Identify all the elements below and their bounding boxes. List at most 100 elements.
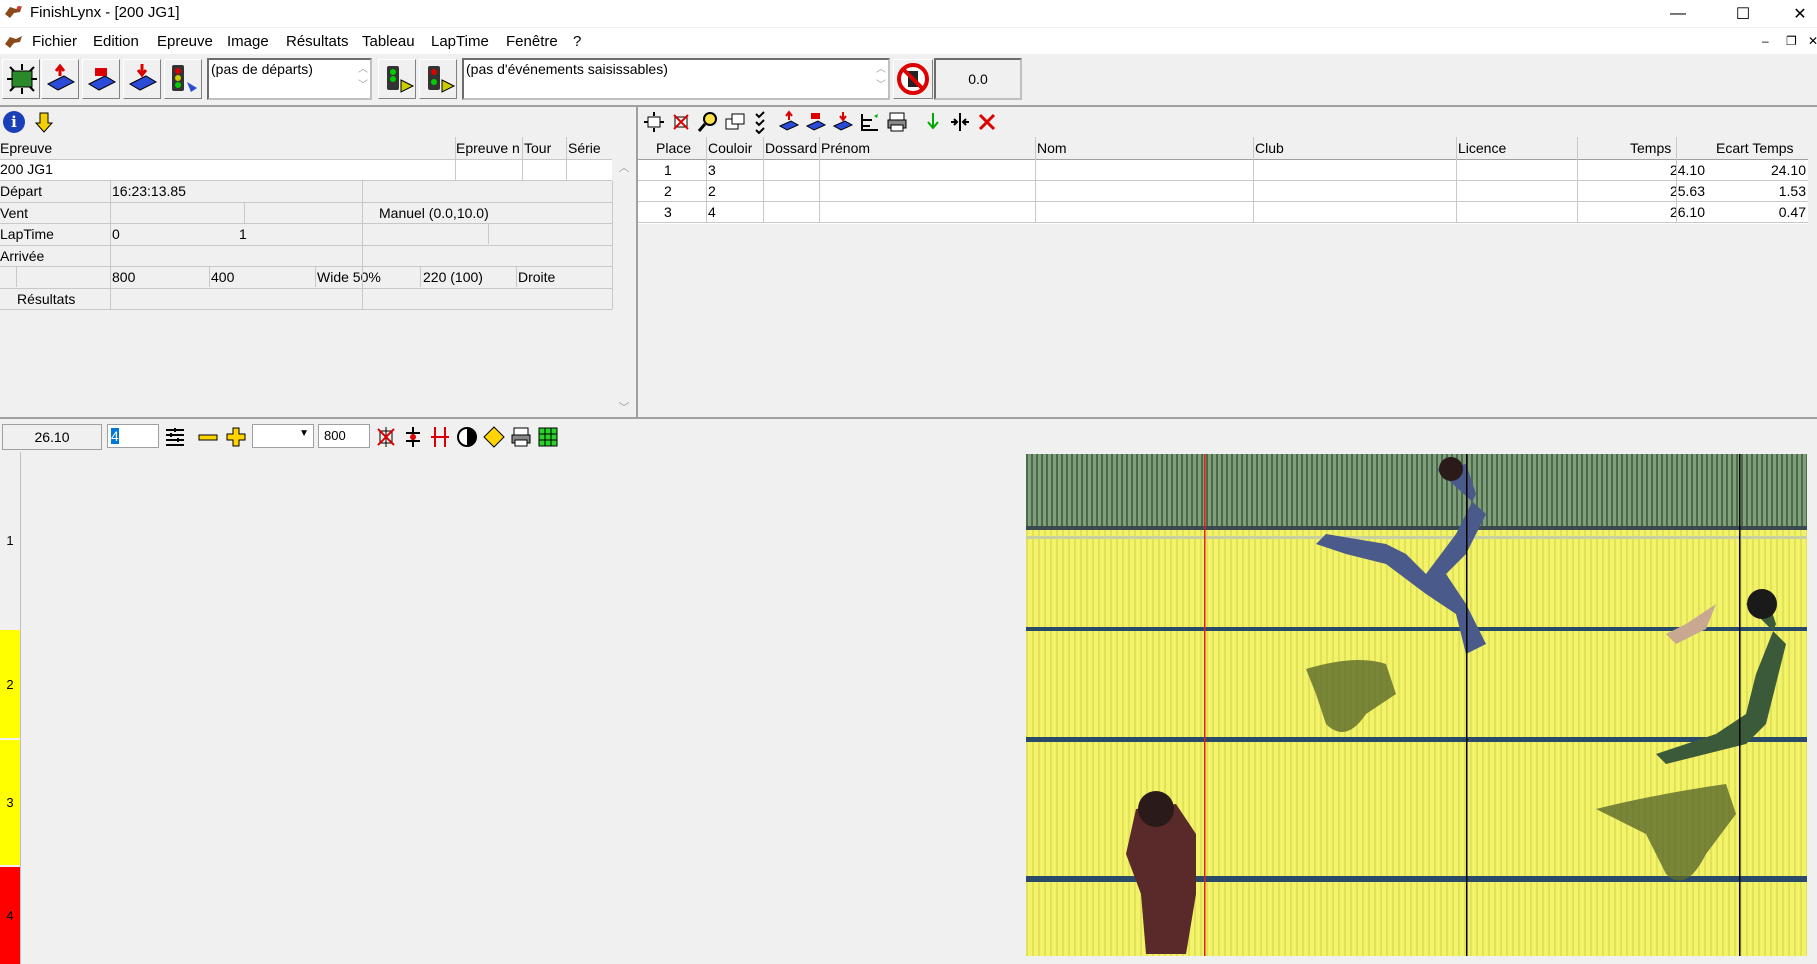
save-event-button[interactable] (82, 59, 120, 99)
camera-value-3[interactable]: Wide 50% (317, 269, 381, 285)
capture-small-icon[interactable] (642, 110, 666, 134)
event-save-icon[interactable] (804, 110, 828, 134)
events-select[interactable]: (pas d'événements saisissables) ︿ ﹀ (462, 58, 890, 100)
col-dossard[interactable]: Dossard (765, 140, 817, 156)
scroll-up-icon[interactable]: ︿ (614, 159, 634, 175)
header-serie: Série (568, 140, 601, 156)
col-couloir[interactable]: Couloir (708, 140, 752, 156)
contrast-icon[interactable] (455, 425, 479, 449)
col-club[interactable]: Club (1255, 140, 1284, 156)
col-place[interactable]: Place (656, 140, 691, 156)
delete-mark-icon[interactable] (374, 425, 398, 449)
depart-value[interactable]: 16:23:13.85 (112, 183, 186, 199)
menu-tableau[interactable]: Tableau (362, 33, 415, 50)
sensor-red-button[interactable] (419, 59, 457, 99)
windows-icon[interactable] (723, 110, 747, 134)
row-ecart: 0.47 (1778, 204, 1806, 220)
checklist-icon[interactable] (750, 110, 774, 134)
lane-1-marker[interactable]: 1 (0, 452, 20, 628)
camera-value-1[interactable]: 800 (112, 269, 135, 285)
col-nom[interactable]: Nom (1037, 140, 1067, 156)
menu-fenetre[interactable]: Fenêtre (506, 33, 558, 50)
info-button[interactable]: i (2, 110, 26, 136)
col-ecart-temps[interactable]: Ecart Temps (1716, 140, 1794, 156)
row-couloir: 3 (708, 162, 716, 178)
camera-value-2[interactable]: 400 (211, 269, 234, 285)
row-ecart: 24.10 (1770, 162, 1806, 178)
lane-input[interactable]: 4 (107, 424, 159, 448)
photo-finish-image[interactable] (1026, 454, 1807, 956)
zoom-icon[interactable] (696, 110, 720, 134)
zoom-select[interactable]: ▼ (252, 424, 314, 448)
mdi-minimize-button[interactable]: – (1762, 34, 1769, 48)
menu-edition[interactable]: Edition (93, 33, 139, 50)
hairline-icon[interactable] (401, 425, 425, 449)
close-window-button[interactable]: ✕ (1772, 0, 1817, 27)
departs-select[interactable]: (pas de départs) ︿ ﹀ (207, 58, 372, 100)
scroll-down-icon[interactable]: ﹀ (614, 399, 634, 415)
row-place: 2 (664, 183, 672, 199)
col-licence[interactable]: Licence (1458, 140, 1506, 156)
mdi-close-button[interactable]: ✕ (1808, 34, 1817, 48)
minimize-button[interactable]: — (1650, 0, 1706, 27)
zoom-out-button[interactable] (196, 425, 220, 452)
start-sensor-button[interactable] (164, 59, 202, 99)
insert-arrow-icon[interactable] (921, 110, 945, 134)
capture-button[interactable] (2, 59, 40, 99)
col-prenom[interactable]: Prénom (821, 140, 870, 156)
camera-value-4[interactable]: 220 (100) (423, 269, 483, 285)
open-event-button[interactable] (41, 59, 79, 99)
menu-help[interactable]: ? (573, 33, 581, 50)
depart-label: Départ (0, 183, 43, 199)
load-event-button[interactable] (123, 59, 161, 99)
menu-fichier[interactable]: Fichier (32, 33, 77, 50)
events-spin-arrows[interactable]: ︿ ﹀ (876, 62, 886, 94)
event-panel-scrollbar[interactable]: ︿ ﹀ (614, 157, 634, 417)
zoom-in-button[interactable] (224, 425, 248, 452)
event-name-row[interactable]: 200 JG1 (0, 160, 612, 180)
tree-icon[interactable] (858, 110, 882, 134)
remove-icon[interactable] (975, 110, 999, 134)
menu-laptime[interactable]: LapTime (431, 33, 489, 50)
menu-epreuve[interactable]: Epreuve (157, 33, 213, 50)
document-icon[interactable] (4, 34, 24, 53)
laptime-value-1[interactable]: 0 (112, 226, 120, 242)
event-name[interactable]: 200 JG1 (0, 161, 53, 177)
print-icon[interactable] (885, 110, 909, 134)
zoom-field[interactable]: 800 (318, 424, 370, 448)
event-down-icon[interactable] (831, 110, 855, 134)
sensor-green-button[interactable] (378, 59, 416, 99)
image-scrollbar[interactable] (1809, 452, 1817, 964)
departs-spin-arrows[interactable]: ︿ ﹀ (358, 62, 368, 94)
image-toolbar: 26.10 4 ▼ 800 (0, 422, 1817, 452)
laptime-value-2[interactable]: 1 (239, 226, 247, 242)
event-up-icon[interactable] (777, 110, 801, 134)
delete-capture-icon[interactable] (669, 110, 693, 134)
image-time-display: 26.10 (2, 424, 102, 450)
vent-value[interactable]: Manuel (0.0,10.0) (379, 205, 489, 221)
brightness-icon[interactable] (482, 425, 506, 449)
lane-2-marker[interactable]: 2 (0, 630, 20, 738)
menu-resultats[interactable]: Résultats (286, 33, 349, 50)
panel-divider[interactable] (0, 417, 1817, 419)
grid-icon[interactable] (536, 425, 560, 449)
lane-4-marker[interactable]: 4 (0, 867, 20, 964)
table-row[interactable]: 2 2 25.63 1.53 (638, 181, 1808, 201)
image-area[interactable]: 1 2 3 4 (0, 452, 1817, 964)
menu-image[interactable]: Image (227, 33, 269, 50)
results-scrollbar[interactable] (1808, 157, 1817, 417)
camera-value-5[interactable]: Droite (518, 269, 555, 285)
table-row[interactable]: 3 4 26.10 0.47 (638, 202, 1808, 222)
lane-3-marker[interactable]: 3 (0, 740, 20, 865)
no-entry-button[interactable] (893, 59, 933, 99)
down-arrow-button[interactable] (32, 110, 56, 136)
table-row[interactable]: 1 3 24.10 24.10 (638, 160, 1808, 180)
split-lines-icon[interactable] (428, 425, 452, 449)
maximize-button[interactable]: ☐ (1715, 0, 1771, 27)
traffic-light-green-icon (387, 66, 415, 93)
lanes-button[interactable] (163, 425, 187, 452)
col-temps[interactable]: Temps (1630, 140, 1671, 156)
split-icon[interactable] (948, 110, 972, 134)
mdi-restore-button[interactable]: ❐ (1786, 34, 1797, 48)
print-image-icon[interactable] (509, 425, 533, 449)
